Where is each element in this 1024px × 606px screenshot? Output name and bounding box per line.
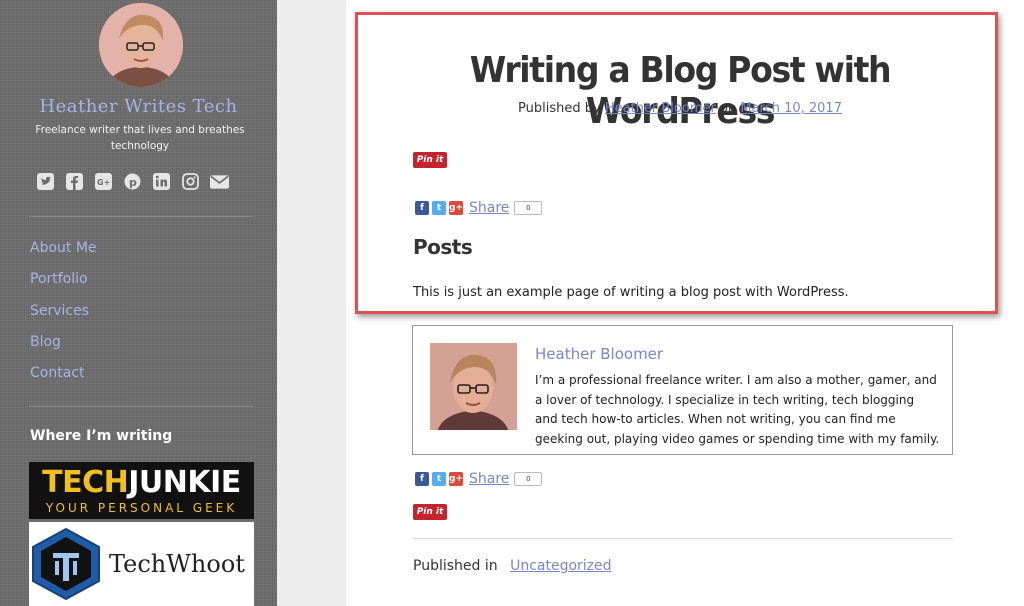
date-link[interactable]: March 10, 2017 — [740, 101, 842, 116]
author-box-name[interactable]: Heather Bloomer — [535, 345, 663, 363]
facebook-icon[interactable] — [65, 172, 84, 191]
category-link[interactable]: Uncategorized — [510, 558, 611, 574]
techwhoot-shield-icon — [32, 527, 100, 601]
site-tagline: Freelance writer that lives and breathes… — [35, 124, 245, 152]
byline: Published by Heather Bloomer on March 10… — [360, 101, 1000, 116]
techjunkie-logo-junkie: JUNKIE — [128, 464, 241, 500]
nav-portfolio[interactable]: Portfolio — [30, 271, 97, 302]
google-plus-icon[interactable]: G+ — [94, 172, 113, 191]
author-photo — [430, 343, 517, 430]
share-count: 0 — [514, 472, 543, 486]
svg-text:G+: G+ — [97, 178, 110, 187]
byline-on: on — [719, 101, 737, 116]
sidebar-nav: About Me Portfolio Services Blog Contact — [30, 240, 97, 396]
techjunkie-logo-tech: TECH — [42, 464, 129, 500]
techjunkie-logo[interactable]: TECHJUNKIE YOUR PERSONAL GEEK — [29, 462, 254, 519]
share-bar-bottom: f t g+ Share 0 — [415, 471, 543, 487]
nav-contact[interactable]: Contact — [30, 365, 97, 396]
facebook-share-icon[interactable]: f — [415, 472, 429, 486]
post-body: This is just an example page of writing … — [413, 285, 849, 300]
published-in-label: Published in — [413, 558, 498, 574]
sidebar: Heather Writes Tech Freelance writer tha… — [0, 0, 277, 606]
sidebar-divider — [29, 216, 253, 217]
nav-services[interactable]: Services — [30, 303, 97, 334]
google-plus-share-icon[interactable]: g+ — [449, 201, 463, 215]
share-link[interactable]: Share — [469, 200, 509, 216]
techjunkie-tagline: YOUR PERSONAL GEEK — [45, 500, 238, 515]
social-links: G+ p — [36, 172, 229, 191]
footer-divider — [413, 538, 953, 539]
widget-title: Where I’m writing — [30, 428, 173, 444]
twitter-share-icon[interactable]: t — [432, 472, 446, 486]
pinterest-icon[interactable]: p — [123, 172, 142, 191]
byline-prefix: Published by — [518, 101, 601, 116]
avatar[interactable] — [99, 3, 183, 87]
techwhoot-label: TechWhoot — [109, 550, 245, 578]
instagram-icon[interactable] — [181, 172, 200, 191]
facebook-share-icon[interactable]: f — [415, 201, 429, 215]
post-title: Writing a Blog Post with WordPress — [469, 50, 892, 132]
nav-blog[interactable]: Blog — [30, 334, 97, 365]
techwhoot-logo[interactable]: TechWhoot — [29, 522, 254, 606]
google-plus-share-icon[interactable]: g+ — [449, 472, 463, 486]
twitter-share-icon[interactable]: t — [432, 201, 446, 215]
pin-it-button-bottom[interactable]: Pin it — [413, 504, 447, 520]
share-count: 0 — [514, 201, 543, 215]
svg-text:p: p — [129, 176, 137, 189]
share-link[interactable]: Share — [469, 471, 509, 487]
linkedin-icon[interactable] — [152, 172, 171, 191]
sidebar-divider — [29, 406, 253, 407]
email-icon[interactable] — [210, 172, 229, 191]
twitter-icon[interactable] — [36, 172, 55, 191]
site-title[interactable]: Heather Writes Tech — [0, 96, 277, 117]
nav-about-me[interactable]: About Me — [30, 240, 97, 271]
category-heading: Posts — [413, 235, 473, 259]
author-box-bio: I’m a professional freelance writer. I a… — [535, 373, 940, 446]
author-link[interactable]: Heather Bloomer — [605, 101, 716, 116]
published-in: Published in Uncategorized — [413, 558, 612, 574]
pin-it-button[interactable]: Pin it — [413, 152, 447, 168]
share-bar: f t g+ Share 0 — [415, 200, 543, 216]
